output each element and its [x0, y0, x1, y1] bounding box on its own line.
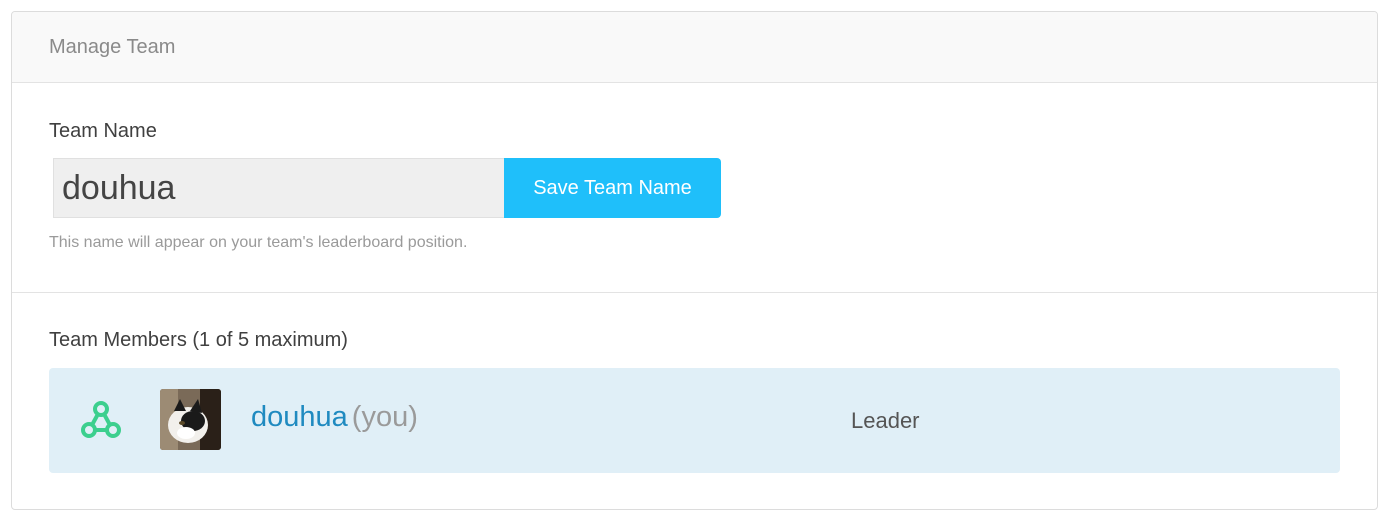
panel-header: Manage Team: [12, 12, 1377, 83]
member-name-link[interactable]: douhua: [251, 401, 348, 433]
avatar: [160, 389, 221, 450]
team-name-help-text: This name will appear on your team's lea…: [49, 234, 468, 251]
team-members-section: Team Members (1 of 5 maximum) douhua (yo…: [12, 293, 1377, 473]
team-members-heading: Team Members (1 of 5 maximum): [49, 329, 348, 351]
team-leader-icon: [81, 401, 121, 438]
member-you-label: (you): [351, 401, 418, 433]
member-name-wrap: douhua (you): [251, 401, 418, 434]
team-name-section: Team Name Save Team Name This name will …: [12, 83, 1377, 293]
team-name-input[interactable]: [53, 158, 504, 218]
manage-team-panel: Manage Team Team Name Save Team Name Thi…: [11, 11, 1378, 510]
panel-title: Manage Team: [49, 35, 176, 58]
save-team-name-button[interactable]: Save Team Name: [504, 158, 721, 218]
team-name-label: Team Name: [49, 120, 157, 142]
member-role: Leader: [851, 408, 920, 433]
team-name-row: Save Team Name: [53, 158, 1340, 218]
team-member-row: douhua (you) Leader: [49, 368, 1340, 473]
